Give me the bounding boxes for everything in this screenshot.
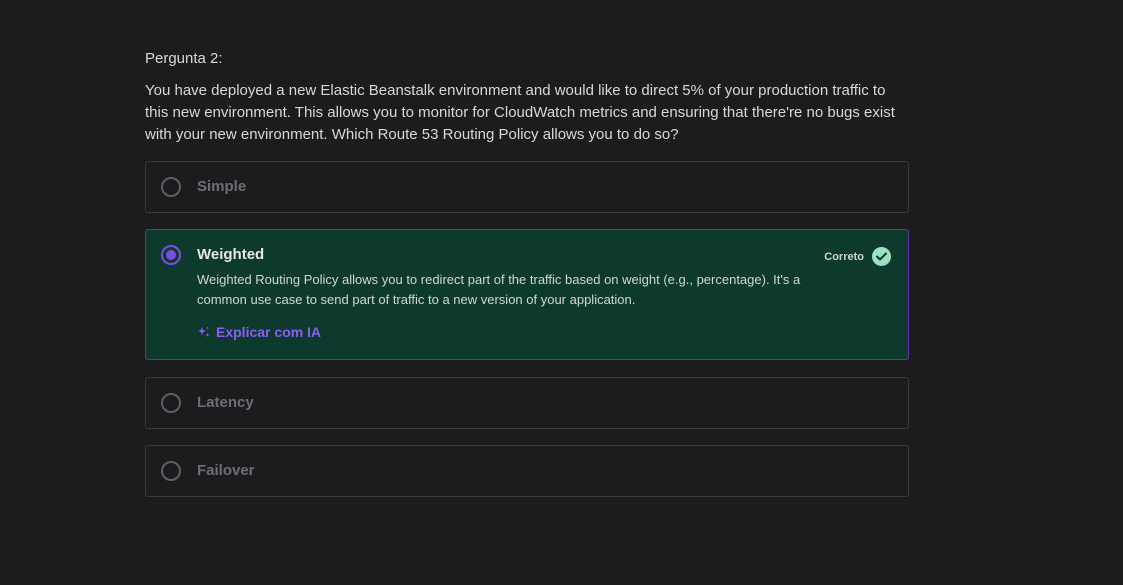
quiz-page: Pergunta 2: You have deployed a new Elas… (0, 0, 1123, 585)
option-simple[interactable]: Simple (145, 161, 909, 213)
option-label: Failover (197, 462, 255, 479)
radio-button[interactable] (161, 393, 181, 413)
radio-button-selected[interactable] (161, 245, 181, 265)
correct-status: Correto (824, 247, 891, 266)
answer-options: Simple Weighted Correto Weighted Routing… (145, 161, 909, 497)
radio-button[interactable] (161, 461, 181, 481)
option-weighted[interactable]: Weighted Correto Weighted Routing Policy… (145, 229, 909, 360)
answer-explanation: Weighted Routing Policy allows you to re… (197, 272, 801, 307)
check-circle-icon (872, 247, 891, 266)
status-label: Correto (824, 250, 864, 263)
option-failover[interactable]: Failover (145, 445, 909, 497)
explain-with-ai-link[interactable]: Explicar com IA (198, 324, 321, 340)
option-latency[interactable]: Latency (145, 377, 909, 429)
ai-link-label: Explicar com IA (216, 324, 322, 340)
question-number: Pergunta 2: (145, 50, 223, 67)
question-text: You have deployed a new Elastic Beanstal… (145, 82, 895, 143)
option-label: Latency (197, 394, 254, 411)
radio-button[interactable] (161, 177, 181, 197)
radio-dot (166, 250, 176, 260)
sparkle-icon (198, 326, 210, 338)
option-label: Simple (197, 178, 247, 195)
question-block: Pergunta 2: You have deployed a new Elas… (145, 48, 909, 146)
option-label: Weighted (197, 246, 265, 263)
